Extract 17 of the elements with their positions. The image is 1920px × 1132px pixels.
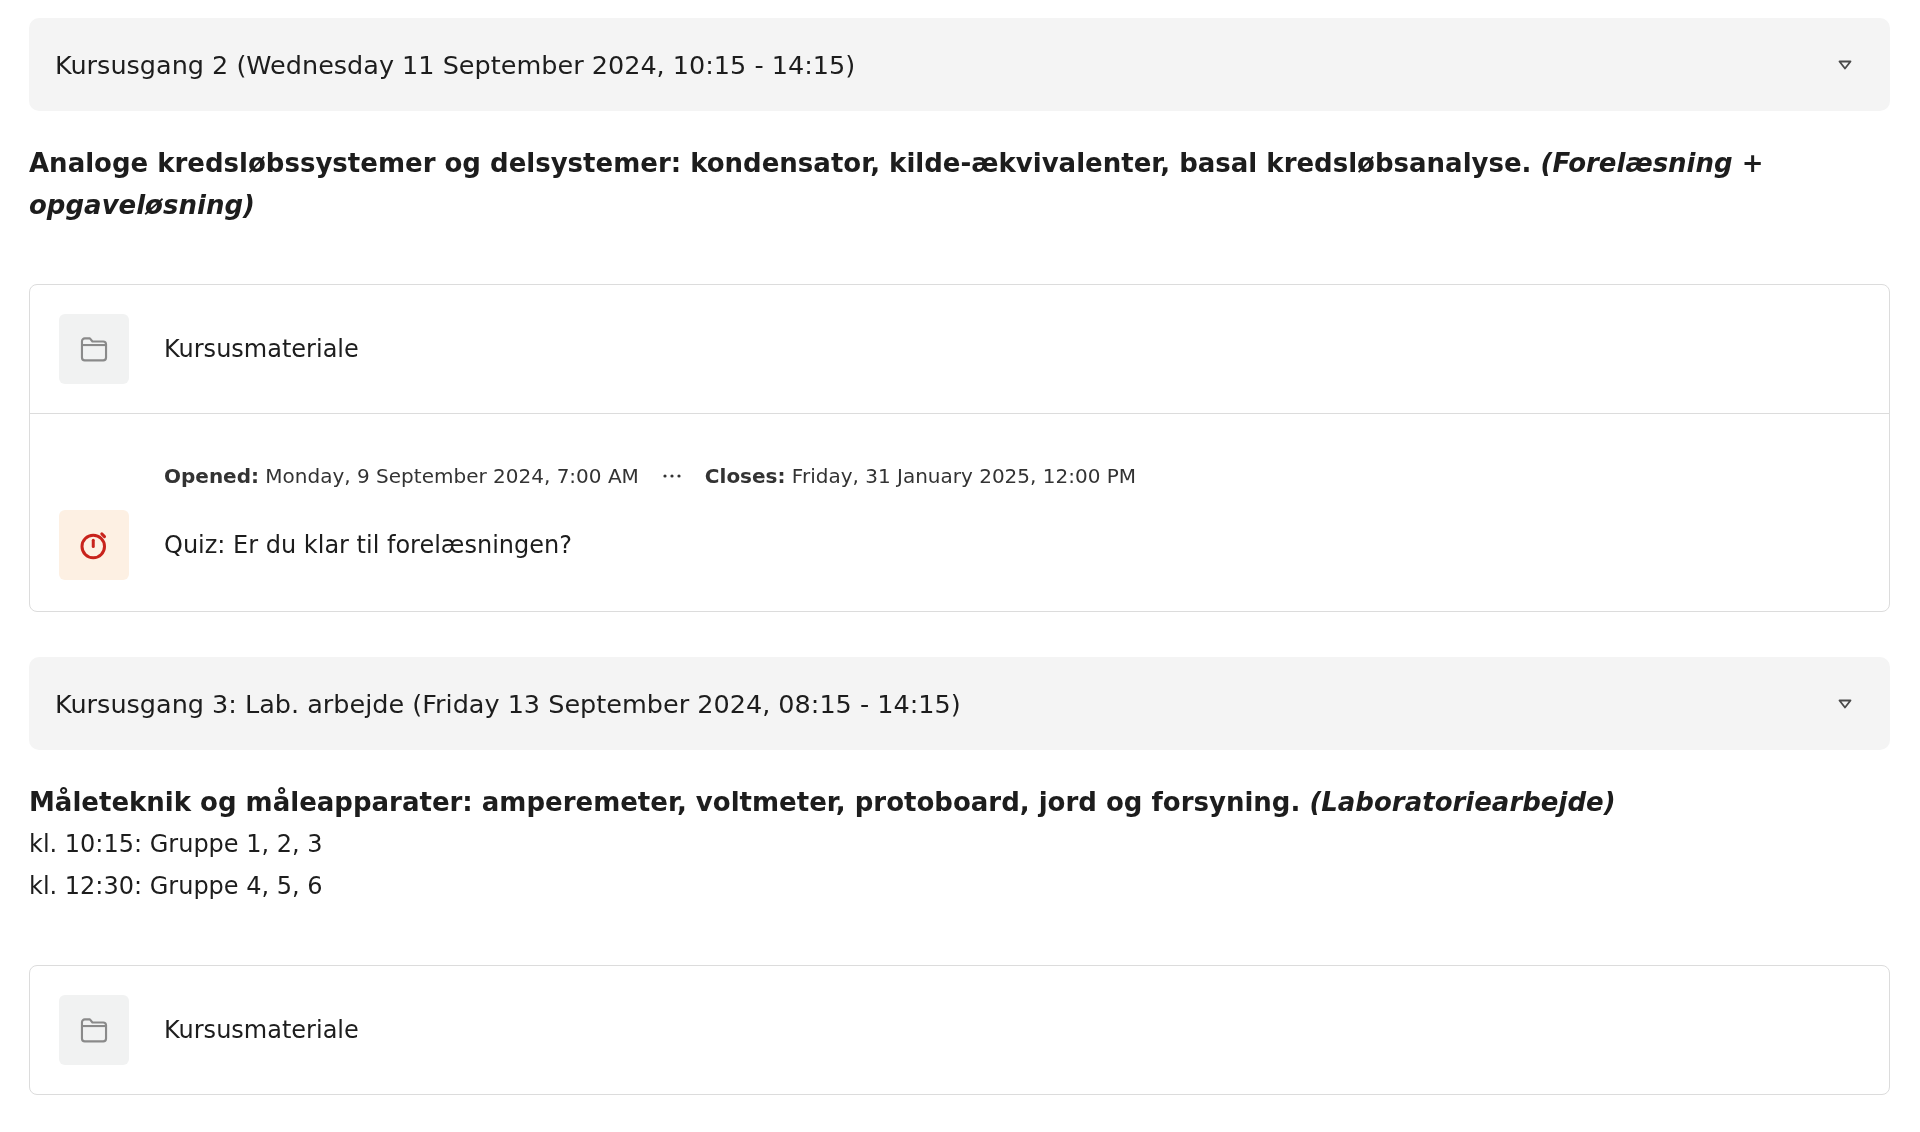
folder-icon (59, 314, 129, 384)
activity-link[interactable]: Quiz: Er du klar til forelæsningen? (164, 531, 572, 559)
activity-date: Opened: Monday, 9 September 2024, 7:00 AM (164, 463, 639, 490)
folder-icon (59, 995, 129, 1065)
section-title[interactable]: Kursusgang 3: Lab. arbejde (Friday 13 September 2024, 08:15 - 14:15) (55, 688, 961, 719)
ellipsis-icon (662, 474, 681, 478)
activity-date: Closes: Friday, 31 January 2025, 12:00 PM (704, 463, 1137, 490)
activity-link[interactable]: Kursusmateriale (164, 335, 359, 363)
section-title[interactable]: Kursusgang 2 (Wednesday 11 September 2024, 10:15 - 14:15) (55, 49, 856, 80)
section-summary: kl. 10:15: Gruppe 1, 2, 3 (29, 829, 324, 860)
caret-icon[interactable] (1838, 59, 1852, 70)
caret-icon[interactable] (1838, 698, 1852, 709)
section-summary: Analoge kredsløbssystemer og delsystemer: kondensator, kilde-ækvivalenter, basal kredsløbsanalyse. (Forelæsning + opgaveløsning) (29, 147, 1765, 222)
section-summary: kl. 12:30: Gruppe 4, 5, 6 (29, 871, 324, 902)
section-summary: Måleteknik og måleapparater: amperemeter, voltmeter, protoboard, jord og forsyning. (Laboratoriearbejde) (29, 786, 1617, 819)
stopwatch-icon (59, 510, 129, 580)
activity-link[interactable]: Kursusmateriale (164, 1016, 359, 1044)
